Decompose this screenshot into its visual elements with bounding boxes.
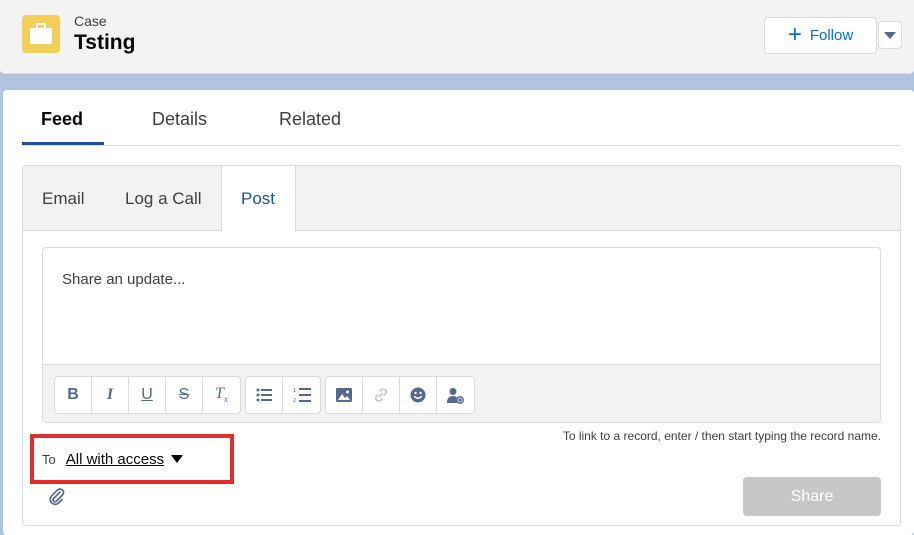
follow-label: Follow	[809, 27, 854, 44]
publisher-tab-log-a-call[interactable]: Log a Call	[125, 189, 202, 209]
numbered-list-icon[interactable]: 12	[283, 377, 320, 413]
emoji-icon[interactable]	[400, 377, 437, 413]
chevron-down-icon	[884, 32, 896, 39]
share-button[interactable]: Share	[743, 477, 881, 516]
to-label: To	[42, 451, 56, 467]
tab-feed[interactable]: Feed	[41, 109, 83, 130]
record-header: Case Tsting + Follow	[0, 0, 914, 74]
active-tab-indicator	[22, 142, 104, 145]
publisher-tabbar: Email Log a Call Post	[23, 166, 900, 232]
tab-related[interactable]: Related	[279, 109, 341, 130]
list-group: 12	[245, 376, 321, 414]
object-label: Case	[74, 13, 107, 29]
publisher-tab-post[interactable]: Post	[221, 166, 296, 232]
strikethrough-icon[interactable]: S	[166, 377, 203, 413]
audience-link[interactable]: All with access	[66, 451, 164, 468]
publisher-tab-post-label: Post	[241, 189, 276, 208]
record-link-hint: To link to a record, enter / then start …	[562, 429, 881, 443]
follow-button[interactable]: + Follow	[764, 17, 877, 54]
post-editor: Share an update... B I U S Tx 12	[42, 247, 881, 423]
clear-format-icon[interactable]: Tx	[203, 377, 240, 413]
record-tabs: Feed Details Related	[22, 90, 901, 146]
svg-text:1: 1	[293, 388, 296, 394]
bold-icon[interactable]: B	[55, 377, 92, 413]
main-card: Feed Details Related Email Log a Call Po…	[3, 90, 914, 535]
publisher-tab-email[interactable]: Email	[42, 189, 85, 209]
rich-text-toolbar: B I U S Tx 12	[43, 364, 880, 422]
svg-text:2: 2	[293, 398, 296, 403]
bulleted-list-icon[interactable]	[246, 377, 283, 413]
caret-down-icon[interactable]	[170, 454, 184, 464]
post-input[interactable]: Share an update...	[43, 248, 880, 364]
publisher: Email Log a Call Post Share an update...…	[22, 165, 901, 526]
underline-icon[interactable]: U	[129, 377, 166, 413]
case-briefcase-icon	[22, 15, 60, 53]
header-background	[0, 74, 914, 90]
record-title: Tsting	[74, 31, 136, 54]
link-icon[interactable]	[363, 377, 400, 413]
italic-icon[interactable]: I	[92, 377, 129, 413]
image-icon[interactable]	[326, 377, 363, 413]
paperclip-icon[interactable]	[47, 487, 67, 507]
tab-details[interactable]: Details	[152, 109, 207, 130]
audience-selector: To All with access	[42, 446, 184, 472]
mention-user-icon[interactable]	[437, 377, 474, 413]
text-format-group: B I U S Tx	[54, 376, 241, 414]
plus-icon: +	[787, 20, 802, 48]
insert-group	[325, 376, 475, 414]
more-actions-button[interactable]	[878, 21, 902, 49]
